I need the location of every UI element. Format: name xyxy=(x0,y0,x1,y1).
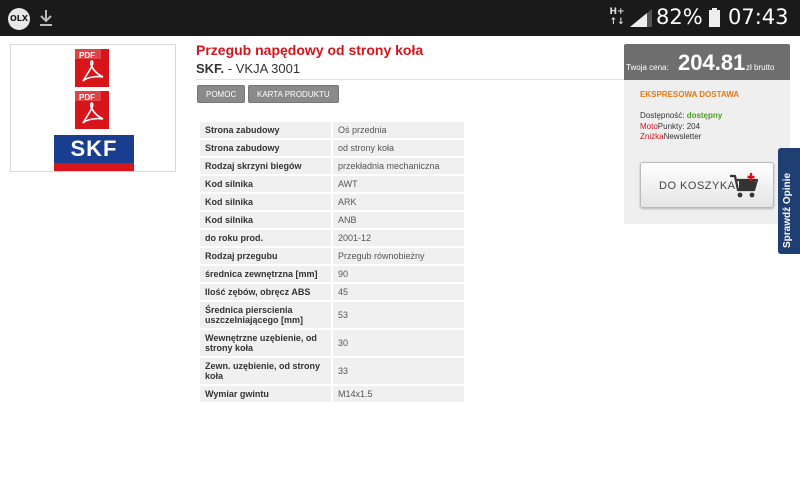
shopping-cart-icon xyxy=(730,173,759,198)
spec-key: Kod silnika xyxy=(200,176,331,192)
help-button[interactable]: POMOC xyxy=(197,85,246,103)
spec-value: od strony koła xyxy=(333,140,464,156)
spec-key: Rodzaj skrzyni biegów xyxy=(200,158,331,174)
buy-panel: EKSPRESOWA DOSTAWA Dostępność: dostępny … xyxy=(624,80,790,224)
express-delivery-label: EKSPRESOWA DOSTAWA xyxy=(640,90,740,99)
spec-value: AWT xyxy=(333,176,464,192)
product-image-box[interactable]: PDF PDF SKF xyxy=(10,44,176,172)
spec-key: Wewnętrzne uzębienie, od strony koła xyxy=(200,330,331,356)
spec-key: Ilość zębów, obręcz ABS xyxy=(200,284,331,300)
network-type-indicator: H+ ↑↓ xyxy=(609,7,625,27)
spec-key: Strona zabudowy xyxy=(200,122,331,138)
spec-value: Oś przednia xyxy=(333,122,464,138)
spec-value: ARK xyxy=(333,194,464,210)
pdf-icon[interactable]: PDF xyxy=(73,91,111,129)
spec-key: Wymiar gwintu xyxy=(200,386,331,402)
title-divider xyxy=(196,79,624,80)
spec-value: 30 xyxy=(333,330,464,356)
spec-key: Strona zabudowy xyxy=(200,140,331,156)
product-subtitle: SKF. - VKJA 3001 xyxy=(196,61,300,76)
spec-row: Średnica pierscienia uszczelniającego [m… xyxy=(200,302,464,328)
status-bar: OLX H+ ↑↓ 82% 07:43 xyxy=(0,0,800,36)
spec-row: Strona zabudowy Oś przednia xyxy=(200,122,464,138)
spec-row: Wewnętrzne uzębienie, od strony koła 30 xyxy=(200,330,464,356)
availability-status: dostępny xyxy=(686,111,723,120)
spec-row: średnica zewnętrzna [mm] 90 xyxy=(200,266,464,282)
reviews-side-tab-label: Sprawdź Opinie xyxy=(782,172,793,248)
newsletter-discount[interactable]: ZniżkaNewsletter xyxy=(640,132,701,141)
reviews-side-tab[interactable]: Sprawdź Opinie xyxy=(778,148,800,254)
spec-value: 45 xyxy=(333,284,464,300)
signal-strength-icon xyxy=(630,9,652,27)
battery-percentage: 82% xyxy=(656,5,703,29)
olx-app-icon: OLX xyxy=(8,8,30,30)
product-code: - VKJA 3001 xyxy=(224,61,301,76)
status-clock: 07:43 xyxy=(728,5,789,29)
spec-value: 2001-12 xyxy=(333,230,464,246)
spec-row: Kod silnika ANB xyxy=(200,212,464,228)
spec-key: do roku prod. xyxy=(200,230,331,246)
spec-row: Kod silnika AWT xyxy=(200,176,464,192)
battery-icon xyxy=(709,8,720,27)
spec-value: przekładnia mechaniczna xyxy=(333,158,464,174)
moto-points: MotoPunkty: 204 xyxy=(640,122,701,131)
spec-row: Strona zabudowy od strony koła xyxy=(200,140,464,156)
download-icon xyxy=(40,10,52,26)
spec-row: do roku prod. 2001-12 xyxy=(200,230,464,246)
spec-value: ANB xyxy=(333,212,464,228)
add-to-cart-label: DO KOSZYKA xyxy=(659,180,736,192)
pdf-icon-label: PDF xyxy=(79,51,95,60)
pdf-icon-label: PDF xyxy=(79,93,95,102)
product-brand: SKF. xyxy=(196,61,225,76)
spec-key: Rodzaj przegubu xyxy=(200,248,331,264)
add-to-cart-button[interactable]: DO KOSZYKA xyxy=(640,162,774,208)
spec-key: Średnica pierscienia uszczelniającego [m… xyxy=(200,302,331,328)
spec-key: średnica zewnętrzna [mm] xyxy=(200,266,331,282)
product-card-button[interactable]: KARTA PRODUKTU xyxy=(248,85,339,103)
spec-row: Ilość zębów, obręcz ABS 45 xyxy=(200,284,464,300)
spec-value: Przegub równobieżny xyxy=(333,248,464,264)
spec-row: Kod silnika ARK xyxy=(200,194,464,210)
spec-row: Wymiar gwintu M14x1.5 xyxy=(200,386,464,402)
skf-logo: SKF xyxy=(54,135,134,171)
pdf-icon[interactable]: PDF xyxy=(73,49,111,87)
price-unit: zł brutto xyxy=(746,63,775,72)
spec-value: 90 xyxy=(333,266,464,282)
spec-row: Rodzaj przegubu Przegub równobieżny xyxy=(200,248,464,264)
spec-key: Kod silnika xyxy=(200,212,331,228)
price-value: 204.81 xyxy=(678,50,746,75)
spec-value: M14x1.5 xyxy=(333,386,464,402)
product-title: Przegub napędowy od strony koła xyxy=(196,42,424,58)
price-label: Twoja cena: xyxy=(626,63,669,72)
spec-row: Zewn. uzębienie, od strony koła 33 xyxy=(200,358,464,384)
availability: Dostępność: dostępny xyxy=(640,111,723,120)
spec-key: Zewn. uzębienie, od strony koła xyxy=(200,358,331,384)
spec-value: 53 xyxy=(333,302,464,328)
spec-value: 33 xyxy=(333,358,464,384)
spec-row: Rodzaj skrzyni biegów przekładnia mechani… xyxy=(200,158,464,174)
spec-key: Kod silnika xyxy=(200,194,331,210)
spec-table: Strona zabudowy Oś przednia Strona zabudow… xyxy=(198,120,466,404)
price-bar: Twoja cena: 204.81 zł brutto xyxy=(624,44,790,80)
